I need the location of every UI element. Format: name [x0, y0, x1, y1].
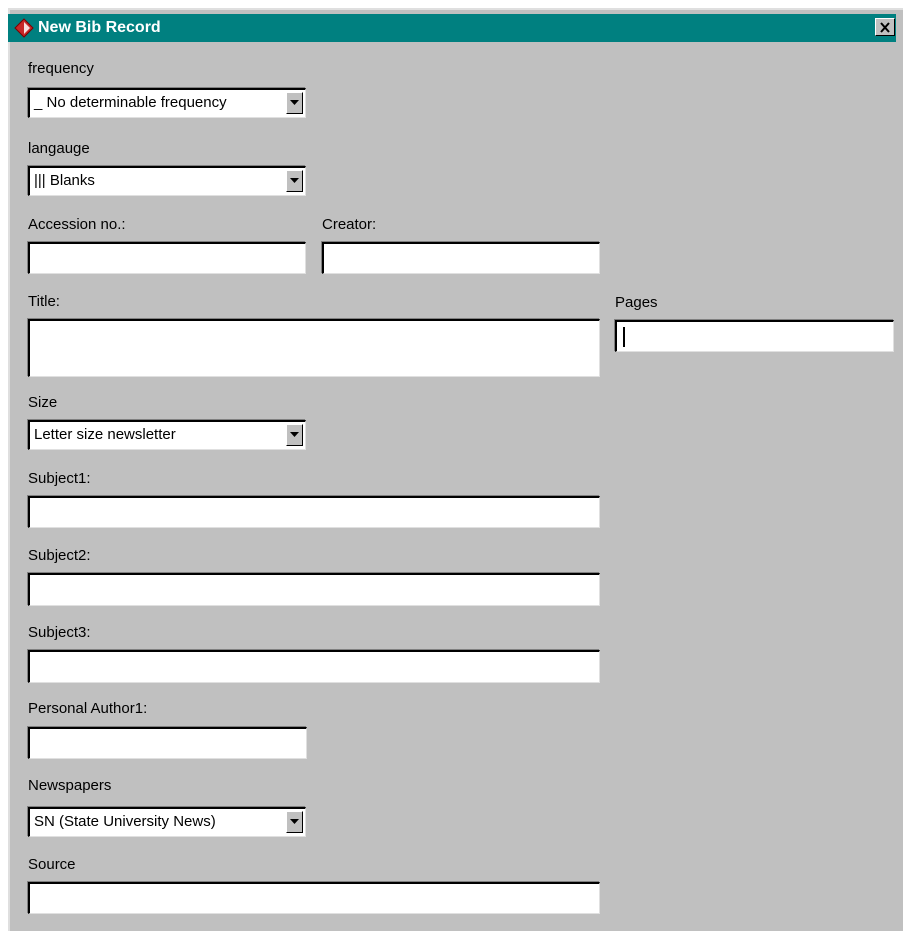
record-book-icon: [14, 18, 34, 38]
title-bar[interactable]: New Bib Record: [8, 14, 896, 42]
dialog-window: [8, 8, 903, 931]
close-button[interactable]: [875, 18, 895, 36]
chevron-down-icon: [290, 100, 299, 105]
frequency-label: frequency: [28, 60, 94, 77]
source-label: Source: [28, 856, 76, 873]
frequency-select[interactable]: _ No determinable frequency: [28, 88, 306, 118]
source-input[interactable]: [28, 882, 600, 914]
title-label: Title:: [28, 293, 60, 310]
language-dropdown-button[interactable]: [286, 170, 303, 192]
subject1-label: Subject1:: [28, 470, 91, 487]
title-input[interactable]: [28, 319, 600, 377]
creator-input[interactable]: [322, 242, 600, 274]
subject1-input[interactable]: [28, 496, 600, 528]
newspapers-value: SN (State University News): [34, 813, 216, 830]
frequency-value: _ No determinable frequency: [34, 94, 227, 111]
creator-label: Creator:: [322, 216, 377, 233]
subject3-label: Subject3:: [28, 624, 91, 641]
frequency-dropdown-button[interactable]: [286, 92, 303, 114]
window-title: New Bib Record: [38, 19, 161, 36]
size-value: Letter size newsletter: [34, 426, 176, 443]
pages-label: Pages: [615, 294, 658, 311]
pages-input[interactable]: [615, 320, 894, 352]
accession-input[interactable]: [28, 242, 306, 274]
author1-input[interactable]: [28, 727, 307, 759]
newspapers-select[interactable]: SN (State University News): [28, 807, 306, 837]
subject2-input[interactable]: [28, 573, 600, 606]
subject2-label: Subject2:: [28, 547, 91, 564]
language-label: langauge: [28, 140, 90, 157]
language-value: ||| Blanks: [34, 172, 95, 189]
size-dropdown-button[interactable]: [286, 424, 303, 446]
language-select[interactable]: ||| Blanks: [28, 166, 306, 196]
newspapers-label: Newspapers: [28, 777, 112, 794]
author1-label: Personal Author1:: [28, 700, 148, 717]
size-select[interactable]: Letter size newsletter: [28, 420, 306, 450]
chevron-down-icon: [290, 178, 299, 183]
newspapers-dropdown-button[interactable]: [286, 811, 303, 833]
close-icon: [880, 21, 890, 33]
text-cursor: [623, 327, 625, 347]
size-label: Size: [28, 394, 58, 411]
chevron-down-icon: [290, 432, 299, 437]
chevron-down-icon: [290, 819, 299, 824]
accession-label: Accession no.:: [28, 216, 126, 233]
subject3-input[interactable]: [28, 650, 600, 683]
